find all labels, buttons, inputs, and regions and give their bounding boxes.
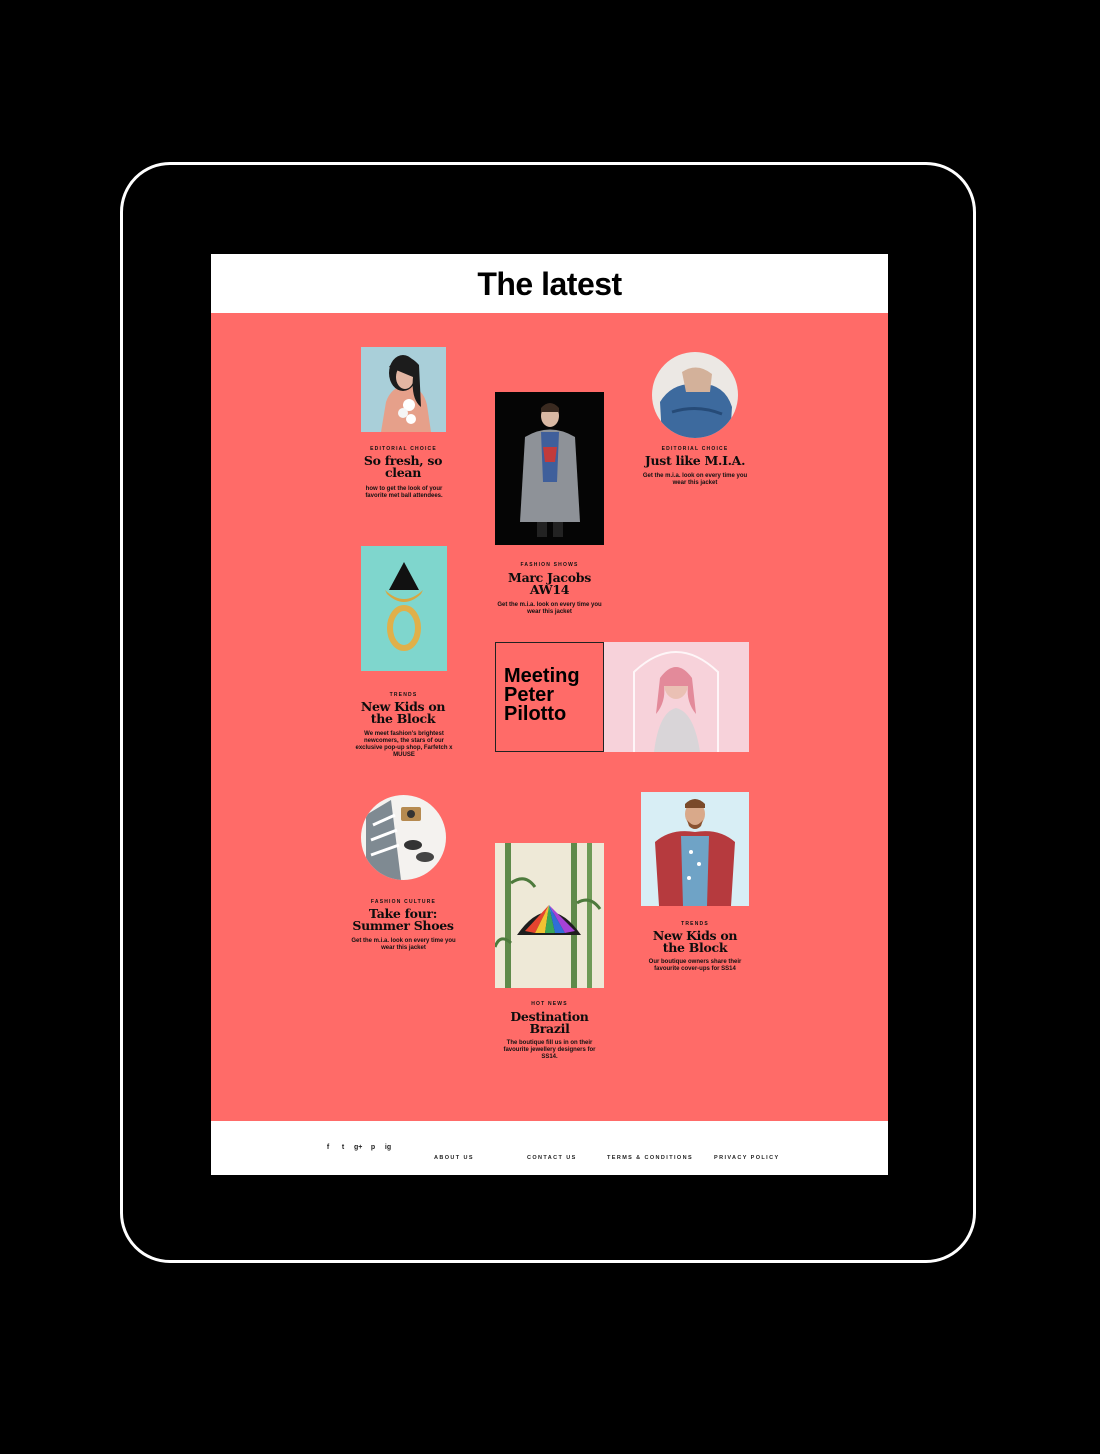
article-thumbnail[interactable]: [641, 792, 749, 906]
ring-image: [361, 546, 447, 671]
summer-shoes-image: [361, 795, 446, 880]
denim-jacket-image: [652, 352, 738, 438]
article-grid: EDITORIAL CHOICE So fresh, so clean how …: [211, 313, 888, 1121]
article-description: The boutique fill us in on their favouri…: [503, 1040, 596, 1060]
article-title[interactable]: Marc Jacobs AW14: [500, 571, 599, 596]
article-category: TRENDS: [681, 921, 709, 927]
article-category: FASHION SHOWS: [520, 562, 579, 568]
instagram-icon[interactable]: ig: [384, 1143, 392, 1152]
article-thumbnail[interactable]: [495, 392, 604, 545]
article-title[interactable]: So fresh, so clean: [363, 454, 443, 479]
footer-link-contact[interactable]: CONTACT US: [527, 1155, 577, 1161]
facebook-icon[interactable]: f: [324, 1143, 332, 1152]
article-description: Get the m.i.a. look on every time you we…: [642, 473, 748, 486]
portrait-woman-image: [361, 347, 446, 432]
article-category: HOT NEWS: [531, 1001, 568, 1007]
runway-model-image: [495, 392, 604, 545]
feature-title: Meeting Peter Pilotto: [504, 665, 580, 725]
feature-title-box[interactable]: Meeting Peter Pilotto: [495, 642, 604, 752]
article-thumbnail[interactable]: [652, 352, 738, 438]
article-thumbnail[interactable]: [495, 843, 604, 988]
bearded-man-image: [641, 792, 749, 906]
article-category: EDITORIAL CHOICE: [661, 446, 729, 452]
google-plus-icon[interactable]: g+: [354, 1143, 362, 1152]
article-category: TRENDS: [389, 692, 418, 698]
article-title[interactable]: Take four: Summer Shoes: [351, 907, 455, 932]
article-title[interactable]: Just like M.I.A.: [637, 454, 753, 467]
twitter-icon[interactable]: t: [339, 1143, 347, 1152]
pinterest-icon[interactable]: p: [369, 1143, 377, 1152]
article-description: We meet fashion's brightest newcomers, t…: [355, 731, 453, 758]
article-title[interactable]: New Kids on the Block: [647, 929, 743, 954]
article-title[interactable]: New Kids on the Block: [353, 700, 453, 725]
article-category: EDITORIAL CHOICE: [370, 446, 437, 452]
page-footer: f t g+ p ig ABOUT US CONTACT US TERMS & …: [211, 1121, 888, 1175]
article-thumbnail[interactable]: [361, 347, 446, 432]
article-description: Get the m.i.a. look on every time you we…: [351, 938, 456, 951]
page-title: The latest: [477, 266, 622, 302]
article-description: Get the m.i.a. look on every time you we…: [497, 602, 602, 615]
feature-image[interactable]: [604, 642, 749, 752]
footer-link-terms[interactable]: TERMS & CONDITIONS: [607, 1155, 693, 1161]
article-description: Our boutique owners share their favourit…: [648, 959, 742, 972]
article-thumbnail[interactable]: [361, 795, 446, 880]
footer-link-privacy[interactable]: PRIVACY POLICY: [714, 1155, 780, 1161]
social-links: f t g+ p ig: [324, 1143, 392, 1152]
tablet-screen: The latest EDITORIAL CHOICE So fresh, so…: [211, 254, 888, 1175]
footer-link-about[interactable]: ABOUT US: [434, 1155, 474, 1161]
article-thumbnail[interactable]: [361, 546, 447, 671]
article-category: FASHION CULTURE: [370, 899, 437, 905]
clutch-bag-image: [495, 843, 604, 988]
page-header: The latest: [211, 254, 888, 313]
article-title[interactable]: Destination Brazil: [501, 1010, 598, 1035]
article-description: how to get the look of your favorite met…: [365, 486, 443, 499]
pink-hair-model-image: [604, 642, 749, 752]
